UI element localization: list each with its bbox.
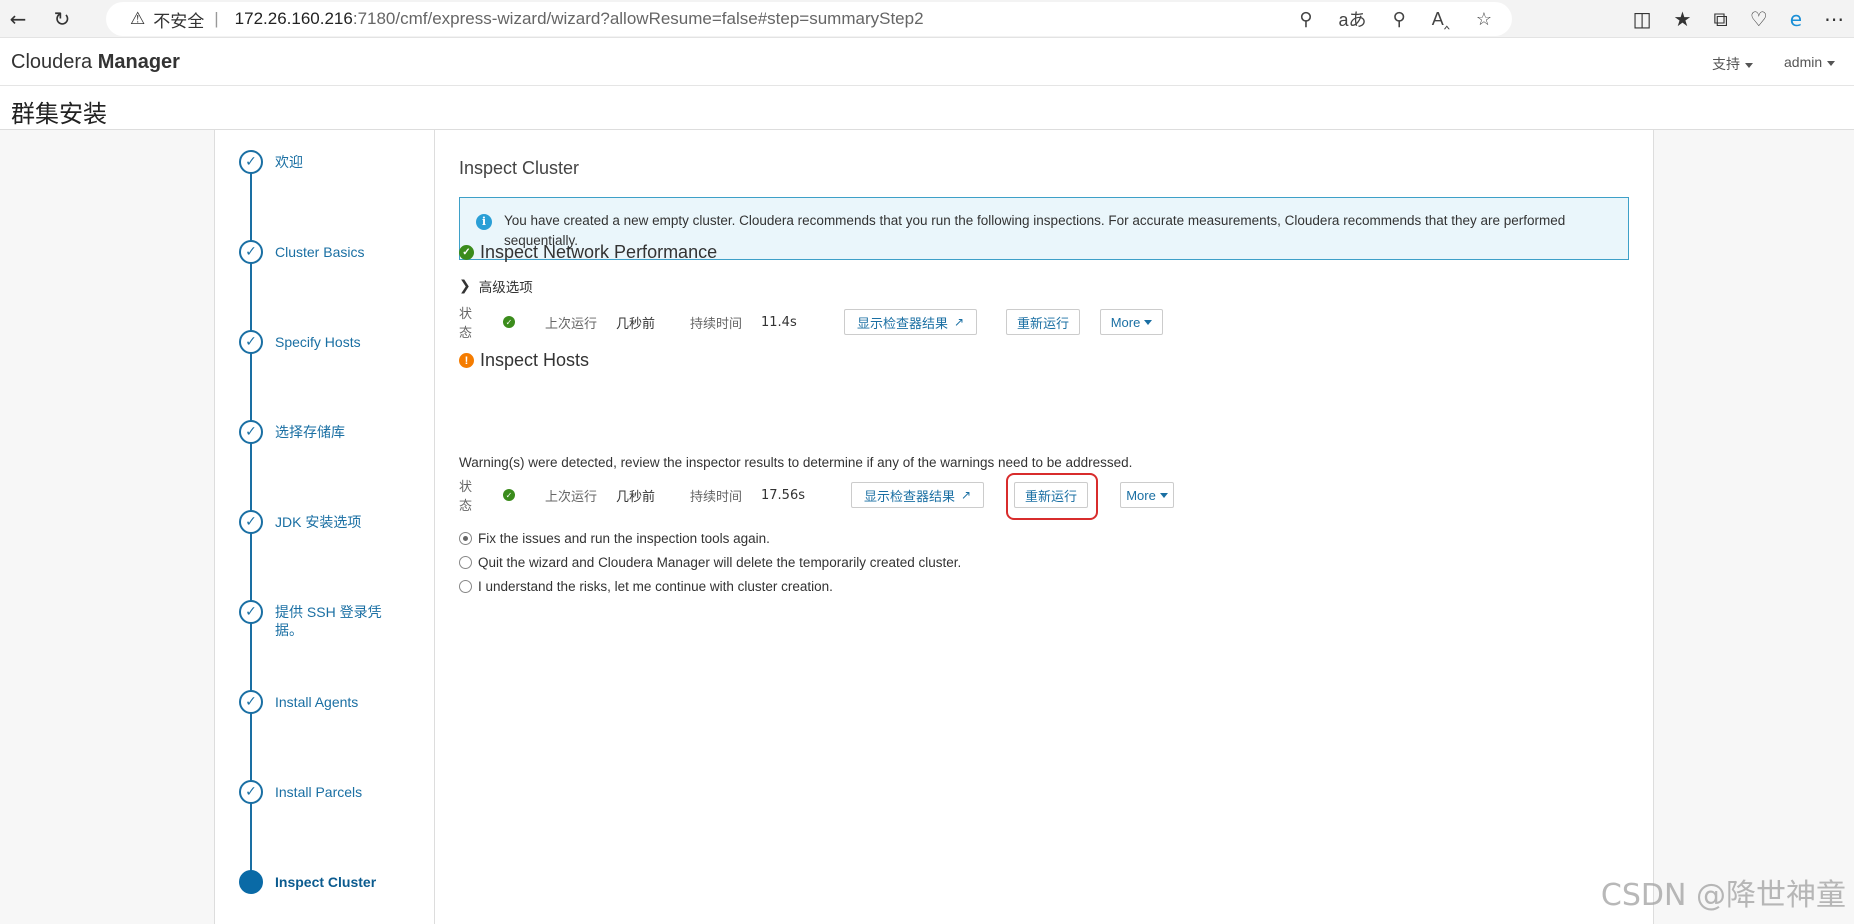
hosts-inspection-title: ! Inspect Hosts [459, 350, 589, 371]
advanced-options-toggle[interactable]: ❯ 高级选项 [459, 276, 533, 296]
brand-logo[interactable]: Cloudera Manager [11, 51, 180, 74]
browser-toolbar: ← ↻ ⚠ 不安全 | 172.26.160.216 :7180/cmf/exp… [0, 0, 1854, 38]
warning-icon: ! [459, 353, 474, 368]
url-host: 172.26.160.216 [234, 9, 353, 28]
check-icon: ✓ [239, 510, 263, 534]
option-fix-issues[interactable]: Fix the issues and run the inspection to… [459, 531, 770, 546]
section-title: Inspect Cluster [459, 158, 580, 178]
collections-icon[interactable]: ⧉ [1713, 7, 1727, 31]
status-ok-icon: ✓ [503, 316, 515, 328]
info-icon: i [476, 214, 492, 230]
key-icon[interactable]: ⚲ [1299, 9, 1312, 30]
user-menu[interactable]: admin [1784, 54, 1836, 70]
show-hosts-results-button[interactable]: 显示检查器结果 ↗ [851, 482, 984, 508]
check-icon: ✓ [239, 330, 263, 354]
health-icon[interactable]: ♡ [1750, 7, 1768, 31]
address-separator: | [214, 9, 219, 28]
radio-button[interactable] [459, 580, 472, 593]
translate-icon[interactable]: aあ [1339, 6, 1367, 32]
url-path: :7180/cmf/express-wizard/wizard?allowRes… [352, 9, 924, 28]
page-title-bar: 群集安装 [0, 86, 1854, 130]
split-screen-icon[interactable]: ◫ [1633, 7, 1652, 31]
chevron-down-icon [1144, 319, 1153, 325]
option-continue[interactable]: I understand the risks, let me continue … [459, 579, 833, 594]
check-icon: ✓ [239, 780, 263, 804]
page-title: 群集安装 [11, 100, 107, 128]
rerun-hosts-button[interactable]: 重新运行 [1014, 482, 1088, 508]
address-bar[interactable]: ⚠ 不安全 | 172.26.160.216 :7180/cmf/express… [106, 2, 1512, 36]
status-ok-icon: ✓ [503, 489, 515, 501]
more-menu-icon[interactable]: ⋯ [1824, 7, 1844, 31]
external-link-icon: ↗ [960, 488, 972, 502]
chevron-down-icon [1159, 492, 1168, 498]
chevron-down-icon [1745, 62, 1753, 68]
check-icon: ✓ [239, 240, 263, 264]
show-network-results-button[interactable]: 显示检查器结果 ↗ [844, 309, 977, 335]
back-icon[interactable]: ← [0, 4, 36, 34]
zoom-out-icon[interactable]: ⚲ [1393, 9, 1406, 30]
hosts-warning-text: Warning(s) were detected, review the ins… [459, 455, 1133, 470]
read-aloud-icon[interactable]: A‸ [1432, 9, 1450, 30]
rerun-network-button[interactable]: 重新运行 [1006, 309, 1080, 335]
app-header: Cloudera Manager 支持 admin [0, 38, 1854, 86]
check-icon: ✓ [239, 690, 263, 714]
success-check-icon: ✓ [459, 245, 474, 260]
wizard-steps: ✓ 欢迎 ✓ Cluster Basics ✓ Specify Hosts ✓ … [215, 130, 435, 924]
chevron-down-icon [1827, 60, 1836, 66]
hosts-more-button[interactable]: More [1120, 482, 1174, 508]
radio-button[interactable] [459, 532, 472, 545]
network-inspection-title: ✓ Inspect Network Performance [459, 242, 717, 263]
check-icon: ✓ [239, 420, 263, 444]
external-link-icon: ↗ [953, 315, 965, 329]
edge-icon[interactable]: e [1790, 7, 1802, 31]
chevron-right-icon: ❯ [459, 278, 471, 294]
warning-triangle-icon: ⚠ [130, 9, 146, 28]
current-step-icon [239, 870, 263, 894]
favorite-star-icon[interactable]: ☆ [1476, 9, 1492, 30]
radio-button[interactable] [459, 556, 472, 569]
wizard-panel: ✓ 欢迎 ✓ Cluster Basics ✓ Specify Hosts ✓ … [214, 130, 1654, 924]
insecure-label: 不安全 [153, 11, 205, 31]
option-quit-wizard[interactable]: Quit the wizard and Cloudera Manager wil… [459, 555, 961, 570]
watermark: CSDN @降世神童 [1600, 878, 1846, 913]
check-icon: ✓ [239, 600, 263, 624]
refresh-icon[interactable]: ↻ [44, 4, 80, 34]
check-icon: ✓ [239, 150, 263, 174]
favorites-icon[interactable]: ★ [1674, 7, 1692, 31]
support-menu[interactable]: 支持 [1712, 54, 1753, 74]
network-more-button[interactable]: More [1100, 309, 1163, 335]
